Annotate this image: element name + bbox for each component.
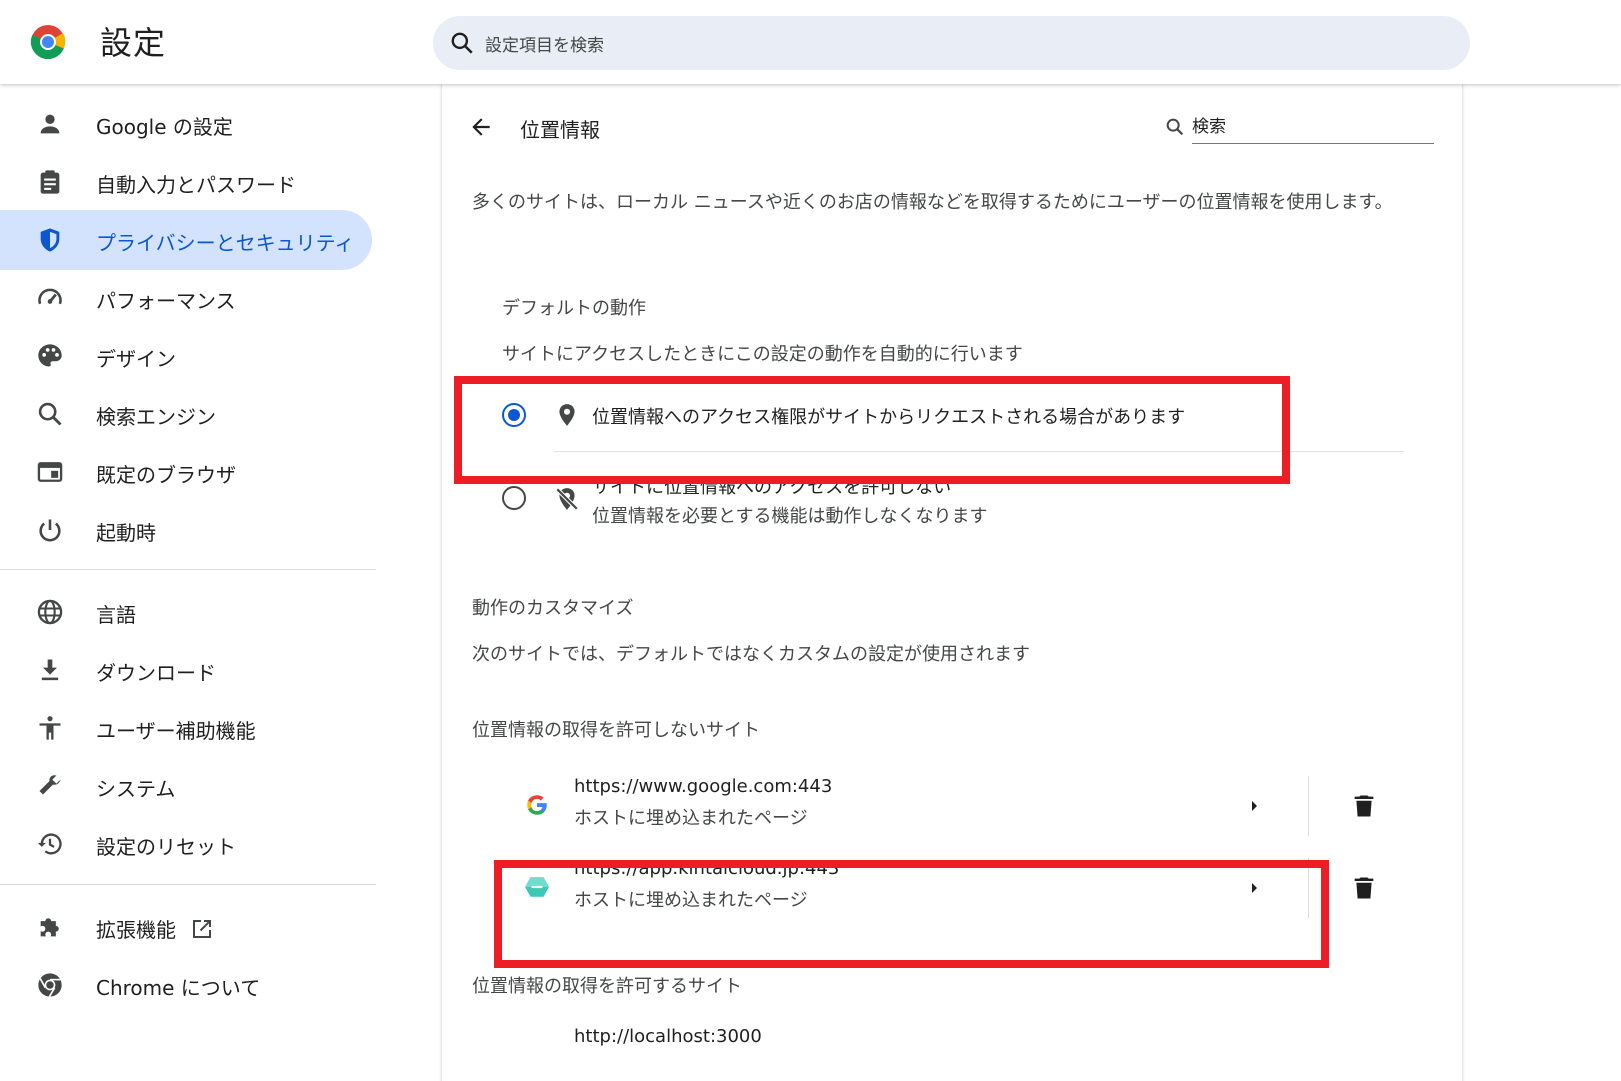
allowed-sites-heading: 位置情報の取得を許可するサイト bbox=[472, 976, 742, 997]
default-behavior-heading: デフォルトの動作 bbox=[502, 298, 646, 319]
sidebar-item-label: 検索エンジン bbox=[96, 405, 216, 429]
sidebar: Google の設定 自動入力とパスワード プライバシーとセキュリティ パフォー… bbox=[0, 84, 380, 1081]
search-icon bbox=[1166, 118, 1184, 136]
header: 設定 設定項目を検索 bbox=[0, 0, 1621, 84]
sidebar-item-label: 言語 bbox=[96, 603, 136, 627]
sidebar-item-downloads[interactable]: ダウンロード bbox=[0, 640, 372, 700]
history-icon bbox=[37, 833, 62, 855]
sidebar-item-label: デザイン bbox=[96, 347, 176, 371]
wrench-icon bbox=[39, 775, 61, 795]
sidebar-item-label: 自動入力とパスワード bbox=[96, 173, 296, 197]
row-separator bbox=[1308, 776, 1309, 836]
puzzle-icon bbox=[40, 918, 59, 937]
search-icon bbox=[38, 402, 62, 426]
sidebar-item-system[interactable]: システム bbox=[0, 756, 372, 816]
sidebar-item-on-startup[interactable]: 起動時 bbox=[0, 500, 372, 560]
sidebar-item-performance[interactable]: パフォーマンス bbox=[0, 268, 372, 328]
browser-icon bbox=[37, 462, 63, 482]
clipboard-icon bbox=[40, 170, 60, 194]
custom-behavior-subheading: 次のサイトでは、デフォルトではなくカスタムの設定が使用されます bbox=[472, 644, 1030, 665]
sidebar-item-label: ダウンロード bbox=[96, 661, 216, 685]
sidebar-item-label: システム bbox=[96, 777, 176, 801]
sidebar-divider bbox=[0, 884, 376, 885]
custom-behavior-heading: 動作のカスタマイズ bbox=[472, 598, 634, 619]
site-search-input[interactable] bbox=[1192, 110, 1434, 144]
delete-icon[interactable] bbox=[1350, 874, 1378, 902]
sidebar-item-autofill[interactable]: 自動入力とパスワード bbox=[0, 152, 372, 212]
radio-sublabel-block: 位置情報を必要とする機能は動作しなくなります bbox=[592, 506, 988, 527]
sidebar-item-google[interactable]: Google の設定 bbox=[0, 94, 372, 154]
settings-search-placeholder: 設定項目を検索 bbox=[485, 36, 604, 56]
default-behavior-subheading: サイトにアクセスしたときにこの設定の動作を自動的に行います bbox=[502, 344, 1023, 365]
highlight-box-kintaicloud-site bbox=[494, 860, 1329, 968]
accessibility-icon bbox=[39, 716, 61, 740]
sidebar-item-label: ユーザー補助機能 bbox=[96, 719, 256, 743]
delete-icon[interactable] bbox=[1350, 792, 1378, 820]
arrow-right-icon[interactable] bbox=[1242, 794, 1266, 818]
search-icon bbox=[451, 32, 473, 54]
chrome-icon bbox=[38, 973, 62, 998]
app-title: 設定 bbox=[100, 24, 167, 62]
sidebar-item-label: 拡張機能 bbox=[96, 914, 214, 943]
power-icon bbox=[39, 519, 61, 542]
person-icon bbox=[40, 114, 60, 134]
blocked-sites-heading: 位置情報の取得を許可しないサイト bbox=[472, 720, 760, 741]
sidebar-item-languages[interactable]: 言語 bbox=[0, 582, 372, 642]
sidebar-item-about[interactable]: Chrome について bbox=[0, 955, 372, 1015]
site-url: http://localhost:3000 bbox=[574, 1026, 762, 1047]
sidebar-item-label: パフォーマンス bbox=[96, 289, 236, 313]
settings-search-bar[interactable]: 設定項目を検索 bbox=[433, 16, 1470, 70]
sidebar-item-label: 設定のリセット bbox=[96, 835, 236, 859]
download-icon bbox=[41, 659, 59, 681]
site-description: ホストに埋め込まれたページ bbox=[574, 808, 808, 829]
globe-icon bbox=[37, 599, 63, 625]
shield-icon bbox=[40, 228, 60, 252]
chrome-logo-icon bbox=[30, 25, 66, 60]
sidebar-item-label: プライバシーとセキュリティ bbox=[96, 231, 355, 255]
location-off-icon bbox=[555, 487, 579, 511]
google-favicon-icon bbox=[527, 795, 547, 815]
sidebar-item-default-browser[interactable]: 既定のブラウザ bbox=[0, 442, 372, 502]
sidebar-item-search-engine[interactable]: 検索エンジン bbox=[0, 384, 372, 444]
sidebar-item-label: Google の設定 bbox=[96, 115, 233, 139]
extensions-label-text: 拡張機能 bbox=[96, 918, 176, 942]
sidebar-item-reset[interactable]: 設定のリセット bbox=[0, 814, 372, 874]
sidebar-item-extensions[interactable]: 拡張機能 bbox=[0, 897, 372, 957]
radio-button-block[interactable] bbox=[502, 486, 526, 510]
sidebar-divider bbox=[0, 569, 376, 570]
page-description: 多くのサイトは、ローカル ニュースや近くのお店の情報などを取得するためにユーザー… bbox=[472, 192, 1393, 213]
blocked-site-row[interactable]: https://www.google.com:443 ホストに埋め込まれたページ bbox=[502, 766, 1422, 848]
site-url: https://www.google.com:443 bbox=[574, 776, 833, 797]
sidebar-item-label: 既定のブラウザ bbox=[96, 463, 236, 487]
sidebar-item-privacy[interactable]: プライバシーとセキュリティ bbox=[0, 210, 372, 270]
sidebar-item-appearance[interactable]: デザイン bbox=[0, 326, 372, 386]
allowed-site-row[interactable]: http://localhost:3000 bbox=[502, 1016, 1422, 1081]
sidebar-item-accessibility[interactable]: ユーザー補助機能 bbox=[0, 698, 372, 758]
page-title: 位置情報 bbox=[520, 118, 600, 142]
sidebar-item-label: 起動時 bbox=[96, 521, 156, 545]
open-in-new-icon bbox=[193, 920, 211, 938]
speedometer-icon bbox=[38, 288, 62, 305]
palette-icon bbox=[38, 344, 62, 367]
highlight-box-ask-option bbox=[454, 376, 1290, 484]
back-arrow-icon[interactable] bbox=[468, 114, 494, 140]
sidebar-item-label: Chrome について bbox=[96, 976, 261, 1000]
